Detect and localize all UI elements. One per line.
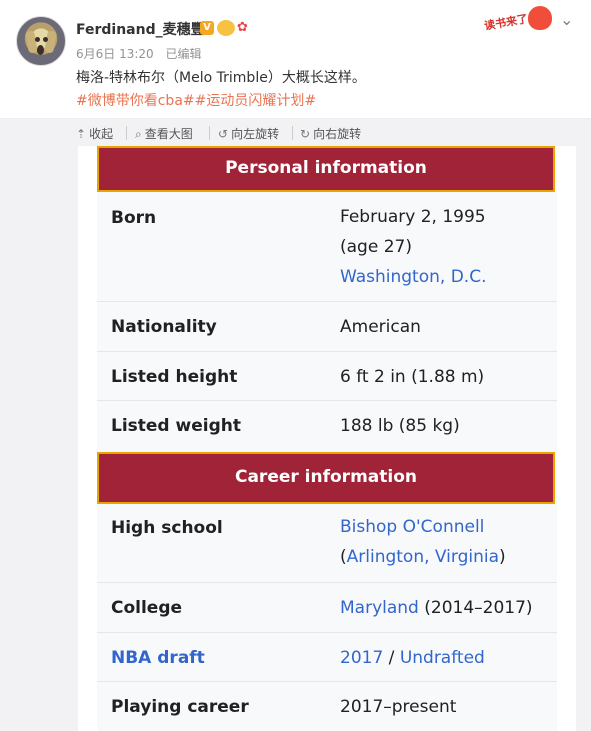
location-link[interactable]: Arlington, Virginia xyxy=(347,547,499,567)
high-school-label: High school xyxy=(111,518,223,538)
edited-label: 已编辑 xyxy=(165,47,202,61)
nba-draft-link[interactable]: NBA draft xyxy=(111,648,205,668)
height-label: Listed height xyxy=(111,367,238,387)
upload-icon: ⇡ xyxy=(76,127,87,141)
rotate-left-button[interactable]: ↺ 向左旋转 xyxy=(218,125,279,142)
draft-year-link[interactable]: 2017 xyxy=(340,648,383,668)
born-row: Born February 2, 1995 (age 27) Washingto… xyxy=(97,192,557,302)
avatar-art xyxy=(25,30,38,54)
chevron-down-icon[interactable]: ⌄ xyxy=(560,10,573,29)
born-date: February 2, 1995 xyxy=(340,207,486,227)
born-value: February 2, 1995 (age 27) Washington, D.… xyxy=(340,202,486,292)
college-label: College xyxy=(111,598,183,618)
playing-career-value: 2017–present xyxy=(340,697,457,717)
member-badge-icon[interactable] xyxy=(217,20,235,36)
decoration-text: 读书来了 xyxy=(483,12,529,33)
college-value: Maryland (2014–2017) xyxy=(340,593,533,623)
collapse-button[interactable]: ⇡ 收起 xyxy=(76,125,113,142)
divider xyxy=(292,126,293,140)
image-toolbar: ⇡ 收起 ⌕ 查看大图 ↺ 向左旋转 ↻ 向右旋转 xyxy=(0,118,591,147)
high-school-link[interactable]: Bishop O'Connell xyxy=(340,512,506,542)
high-school-location: (Arlington, Virginia) xyxy=(340,547,506,567)
height-row: Listed height 6 ft 2 in (1.88 m) xyxy=(97,352,557,401)
birthplace-link[interactable]: Washington, D.C. xyxy=(340,262,486,292)
divider xyxy=(126,126,127,140)
fan-badge-icon[interactable]: ✿ xyxy=(237,20,253,36)
college-years: (2014–2017) xyxy=(424,598,533,618)
hashtag-link[interactable]: #运动员闪耀计划# xyxy=(195,93,316,109)
playing-career-row: Playing career 2017–present xyxy=(97,682,557,731)
wiki-page: Personal information Born February 2, 19… xyxy=(78,146,576,731)
draft-value: 2017 / Undrafted xyxy=(340,648,485,668)
divider xyxy=(209,126,210,140)
college-row: College Maryland (2014–2017) xyxy=(97,583,557,633)
career-info-header: Career information xyxy=(97,452,555,504)
rotate-right-icon: ↻ xyxy=(300,127,311,141)
weight-value: 188 lb (85 kg) xyxy=(340,416,460,436)
paw-icon xyxy=(528,6,552,30)
post-tags: #微博带你看cba##运动员闪耀计划# xyxy=(76,90,316,112)
nationality-row: Nationality American xyxy=(97,302,557,352)
post-meta: 6月6日 13:20 已编辑 xyxy=(76,45,210,62)
high-school-row: High school Bishop O'Connell (Arlington,… xyxy=(97,504,557,583)
weight-label: Listed weight xyxy=(111,416,241,436)
hashtag-link[interactable]: #微博带你看cba# xyxy=(76,93,195,109)
rotate-left-icon: ↺ xyxy=(218,127,229,141)
playing-career-label: Playing career xyxy=(111,697,249,717)
weight-row: Listed weight 188 lb (85 kg) xyxy=(97,401,557,451)
born-age: (age 27) xyxy=(340,237,412,257)
draft-row: NBA draft 2017 / Undrafted xyxy=(97,633,557,682)
born-label: Born xyxy=(111,208,157,228)
infobox: Personal information Born February 2, 19… xyxy=(97,146,557,731)
post-date[interactable]: 6月6日 13:20 xyxy=(76,47,154,61)
undrafted-link[interactable]: Undrafted xyxy=(400,648,485,668)
post-image[interactable]: Personal information Born February 2, 19… xyxy=(0,146,591,731)
high-school-value: Bishop O'Connell (Arlington, Virginia) xyxy=(340,512,506,572)
height-value: 6 ft 2 in (1.88 m) xyxy=(340,367,485,387)
post-text: 梅洛-特林布尔（Melo Trimble）大概长这样。 xyxy=(76,70,366,86)
verified-badge-icon[interactable]: V xyxy=(200,21,214,35)
username[interactable]: Ferdinand_麦穗豐 xyxy=(76,19,205,39)
avatar[interactable] xyxy=(16,16,66,66)
college-link[interactable]: Maryland xyxy=(340,598,419,618)
view-large-button[interactable]: ⌕ 查看大图 xyxy=(135,125,193,142)
decoration-sticker: 读书来了 xyxy=(483,6,554,36)
personal-info-header: Personal information xyxy=(97,146,555,192)
rotate-right-button[interactable]: ↻ 向右旋转 xyxy=(300,125,361,142)
nationality-value: American xyxy=(340,317,421,337)
nationality-label: Nationality xyxy=(111,317,217,337)
search-icon: ⌕ xyxy=(135,127,142,141)
